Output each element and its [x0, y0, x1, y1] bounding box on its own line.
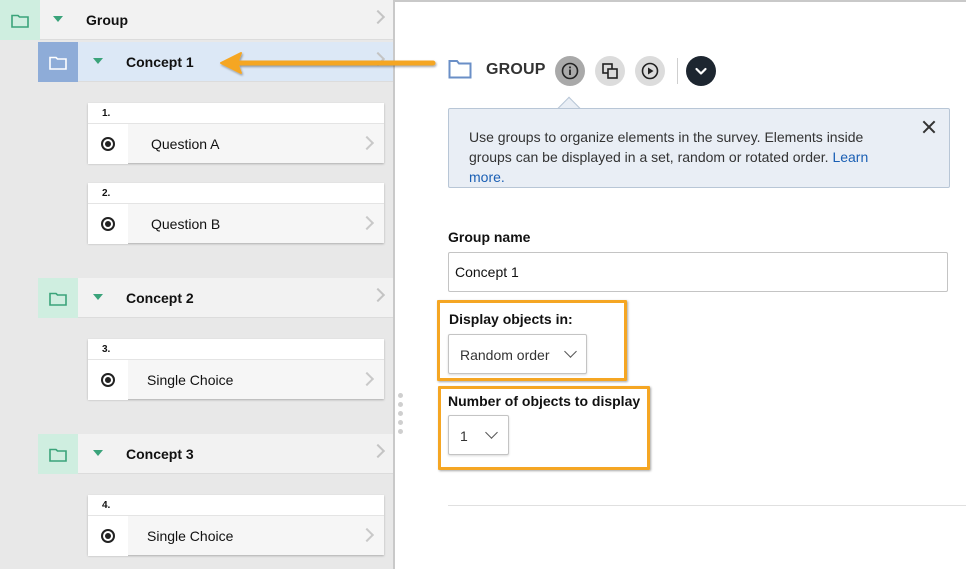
chevron-right-icon — [359, 527, 375, 543]
question-card[interactable]: 4. Single Choice — [88, 495, 384, 556]
group-name-input[interactable] — [448, 252, 948, 292]
top-border — [395, 0, 966, 2]
folder-icon — [38, 434, 78, 474]
info-button[interactable] — [555, 56, 585, 86]
preview-button[interactable] — [635, 56, 665, 86]
chevron-right-icon — [359, 135, 375, 151]
outline-group-row[interactable]: Group — [0, 0, 393, 40]
chevron-right-icon — [359, 371, 375, 387]
outline-concept-label: Concept 1 — [126, 54, 194, 70]
question-label: Single Choice — [147, 528, 234, 544]
question-card[interactable]: 2. Question B — [88, 183, 384, 244]
group-name-label: Group name — [448, 229, 531, 245]
folder-icon — [38, 278, 78, 318]
question-label: Question B — [151, 216, 221, 232]
copy-icon — [602, 63, 618, 79]
info-message: Use groups to organize elements in the s… — [469, 127, 899, 187]
question-label: Single Choice — [147, 372, 234, 388]
question-number: 1. — [102, 108, 111, 119]
outline-concept-label: Concept 3 — [126, 446, 194, 462]
question-number: 2. — [102, 188, 111, 199]
question-card[interactable]: 3. Single Choice — [88, 339, 384, 400]
info-icon — [561, 62, 579, 80]
copy-button[interactable] — [595, 56, 625, 86]
collapse-triangle-icon[interactable] — [93, 450, 103, 456]
play-icon — [641, 62, 659, 80]
info-text: Use groups to organize elements in the s… — [469, 129, 864, 165]
radio-icon — [88, 360, 128, 400]
annotation-arrow — [220, 52, 436, 74]
question-label: Question A — [151, 136, 220, 152]
folder-icon — [448, 58, 472, 82]
radio-icon — [88, 124, 128, 164]
annotation-highlight-display — [437, 300, 627, 381]
chevron-right-icon — [370, 287, 386, 303]
collapse-triangle-icon[interactable] — [93, 58, 103, 64]
outline-group-label: Group — [86, 12, 128, 28]
chevron-right-icon — [359, 215, 375, 231]
radio-icon — [88, 516, 128, 556]
outline-concept-label: Concept 2 — [126, 290, 194, 306]
folder-icon — [0, 0, 40, 40]
survey-outline-panel: Group Concept 1 1. Question A 2. Questio… — [0, 0, 395, 569]
toolbar-divider — [677, 58, 678, 84]
panel-title: GROUP — [486, 61, 546, 78]
collapse-triangle-icon[interactable] — [93, 294, 103, 300]
chevron-right-icon — [370, 443, 386, 459]
outline-concept-row-3[interactable]: Concept 3 — [38, 434, 393, 474]
panel-resize-handle[interactable] — [398, 393, 404, 438]
outline-concept-row-2[interactable]: Concept 2 — [38, 278, 393, 318]
more-options-button[interactable] — [686, 56, 716, 86]
chevron-down-icon — [695, 67, 707, 75]
radio-icon — [88, 204, 128, 244]
section-divider — [448, 505, 966, 506]
close-icon[interactable] — [921, 119, 937, 135]
question-card[interactable]: 1. Question A — [88, 103, 384, 164]
question-number: 3. — [102, 344, 111, 355]
folder-icon — [38, 42, 78, 82]
chevron-right-icon — [370, 9, 386, 25]
question-number: 4. — [102, 500, 111, 511]
collapse-triangle-icon[interactable] — [53, 16, 63, 22]
annotation-highlight-count — [438, 386, 650, 470]
info-box: Use groups to organize elements in the s… — [448, 108, 950, 188]
